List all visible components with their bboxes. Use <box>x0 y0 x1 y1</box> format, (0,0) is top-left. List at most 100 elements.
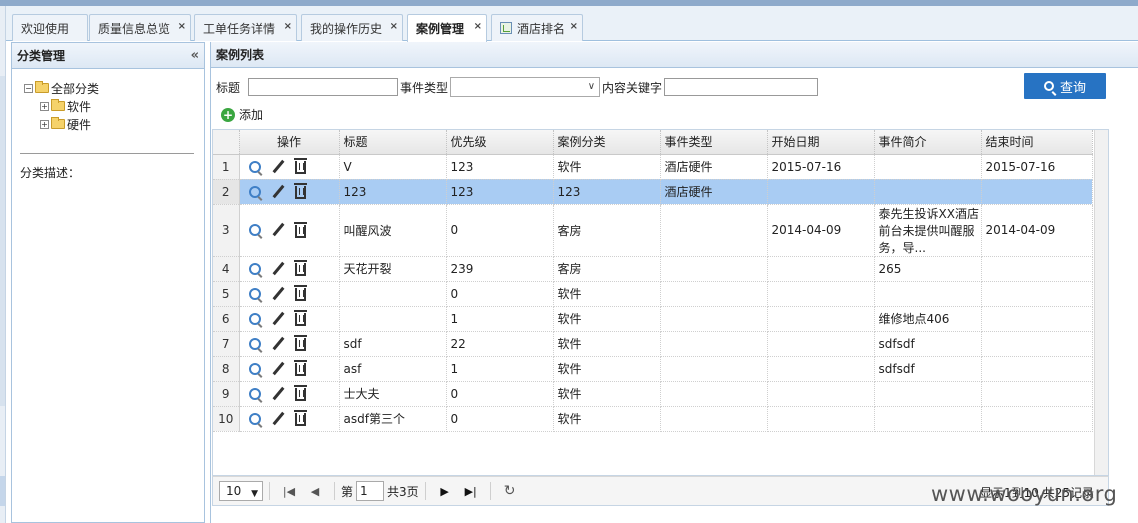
edit-icon[interactable] <box>271 262 285 276</box>
view-icon[interactable] <box>248 185 261 198</box>
next-page-icon[interactable]: ▶ <box>437 483 453 499</box>
table-row[interactable]: 10 asdf第三个 0 软件 <box>213 406 1093 432</box>
add-button[interactable]: + 添加 <box>221 106 263 123</box>
edit-icon[interactable] <box>271 387 285 401</box>
view-icon[interactable] <box>248 262 261 275</box>
tree-node-hardware[interactable]: + 硬件 <box>24 115 204 133</box>
cell-event-type <box>660 306 768 332</box>
tree-node-software[interactable]: + 软件 <box>24 97 204 115</box>
table-row[interactable]: 6 1 软件 维修地点406 <box>213 306 1093 332</box>
tab-hotel-ranking[interactable]: 酒店排名 × <box>491 14 583 41</box>
view-icon[interactable] <box>248 224 261 236</box>
column-header[interactable]: 开始日期 <box>767 130 875 155</box>
query-button[interactable]: 查询 <box>1024 73 1106 99</box>
view-icon[interactable] <box>248 287 261 300</box>
event-type-select[interactable]: ∨ <box>450 77 601 97</box>
table-row[interactable]: 1 V 123 软件 酒店硬件 2015-07-16 2015-07-16 <box>213 154 1093 180</box>
cell-summary <box>874 281 982 307</box>
cell-end <box>981 281 1093 307</box>
tab-quality-overview[interactable]: 质量信息总览 × <box>89 14 191 41</box>
view-icon[interactable] <box>248 160 261 173</box>
delete-icon[interactable] <box>293 158 307 174</box>
keyword-filter-input[interactable] <box>664 78 819 96</box>
case-list-panel: 案例列表 标题 事件类型 ∨ 内容关键字 查询 + 添加 操作 标题 优先级 案… <box>210 42 1138 523</box>
table-row[interactable]: 2 123 123 123 酒店硬件 <box>213 179 1093 205</box>
tab-operation-history[interactable]: 我的操作历史 × <box>301 14 403 41</box>
collapse-toggle-icon[interactable]: − <box>24 83 33 93</box>
cell-end: 2014-04-09 <box>981 204 1093 257</box>
delete-icon[interactable] <box>293 410 307 426</box>
page-size-select[interactable]: 10 ▼ <box>219 481 263 501</box>
cell-category: 123 <box>553 179 661 205</box>
close-icon[interactable]: × <box>474 21 482 32</box>
tab-welcome[interactable]: 欢迎使用 <box>12 14 88 41</box>
row-number: 5 <box>213 281 240 307</box>
query-button-label: 查询 <box>1059 80 1086 96</box>
delete-icon[interactable] <box>293 310 307 326</box>
close-icon[interactable]: × <box>284 21 292 32</box>
tab-label: 工单任务详情 <box>203 21 276 36</box>
tab-case-management[interactable]: 案例管理 × <box>407 14 487 42</box>
view-icon[interactable] <box>248 412 261 425</box>
expand-toggle-icon[interactable]: + <box>40 119 49 129</box>
tree-node-root[interactable]: − 全部分类 <box>24 79 204 97</box>
cell-summary: 泰先生投诉XX酒店前台未提供叫醒服务，导... <box>874 204 982 257</box>
last-page-icon[interactable]: ▶| <box>463 483 479 499</box>
prev-page-icon[interactable]: ◀ <box>307 483 323 499</box>
column-header[interactable]: 优先级 <box>446 130 554 155</box>
delete-icon[interactable] <box>293 260 307 276</box>
table-row[interactable]: 5 0 软件 <box>213 281 1093 307</box>
search-bar: 标题 事件类型 ∨ 内容关键字 <box>216 76 819 98</box>
cell-start <box>767 406 875 432</box>
left-edge-mark <box>0 76 5 406</box>
cell-title: 123 <box>339 179 447 205</box>
view-icon[interactable] <box>248 362 261 375</box>
view-icon[interactable] <box>248 387 261 400</box>
title-filter-input[interactable] <box>248 78 399 96</box>
delete-icon[interactable] <box>293 221 307 238</box>
edit-icon[interactable] <box>271 223 285 237</box>
collapse-icon[interactable]: « <box>191 48 200 63</box>
edit-icon[interactable] <box>271 412 285 426</box>
close-icon[interactable]: × <box>390 21 398 32</box>
tab-work-order[interactable]: 工单任务详情 × <box>194 14 297 41</box>
first-page-icon[interactable]: |◀ <box>281 483 297 499</box>
view-icon[interactable] <box>248 312 261 325</box>
page-total: 共3页 <box>387 484 419 499</box>
row-number: 4 <box>213 256 240 282</box>
expand-toggle-icon[interactable]: + <box>40 101 49 111</box>
view-icon[interactable] <box>248 337 261 350</box>
refresh-icon[interactable]: ↻ <box>502 483 518 499</box>
table-row[interactable]: 3 叫醒风波 0 客房 2014-04-09 泰先生投诉XX酒店前台未提供叫醒服务，导..… <box>213 204 1093 257</box>
edit-icon[interactable] <box>271 337 285 351</box>
column-header[interactable]: 标题 <box>339 130 447 155</box>
table-row[interactable]: 9 士大夫 0 软件 <box>213 381 1093 407</box>
cell-end <box>981 381 1093 407</box>
delete-icon[interactable] <box>293 385 307 401</box>
column-header[interactable]: 事件类型 <box>660 130 768 155</box>
tab-label: 案例管理 <box>416 22 465 36</box>
table-row[interactable]: 8 asf 1 软件 sdfsdf <box>213 356 1093 382</box>
cell-title: asf <box>339 356 447 382</box>
edit-icon[interactable] <box>271 160 285 174</box>
table-header-row: 操作 标题 优先级 案例分类 事件类型 开始日期 事件简介 结束时间 <box>213 130 1093 155</box>
edit-icon[interactable] <box>271 185 285 199</box>
delete-icon[interactable] <box>293 285 307 301</box>
column-header: 操作 <box>239 130 340 155</box>
column-header[interactable]: 案例分类 <box>553 130 661 155</box>
close-icon[interactable]: × <box>178 21 186 32</box>
add-button-label: 添加 <box>239 108 264 122</box>
column-header[interactable]: 结束时间 <box>981 130 1093 155</box>
cell-start <box>767 306 875 332</box>
edit-icon[interactable] <box>271 362 285 376</box>
delete-icon[interactable] <box>293 183 307 199</box>
edit-icon[interactable] <box>271 312 285 326</box>
close-icon[interactable]: × <box>570 21 578 32</box>
column-header[interactable]: 事件简介 <box>874 130 982 155</box>
table-row[interactable]: 4 天花开裂 239 客房 265 <box>213 256 1093 282</box>
page-number-input[interactable]: 1 <box>356 481 385 501</box>
edit-icon[interactable] <box>271 287 285 301</box>
delete-icon[interactable] <box>293 360 307 376</box>
table-row[interactable]: 7 sdf 22 软件 sdfsdf <box>213 331 1093 357</box>
delete-icon[interactable] <box>293 335 307 351</box>
